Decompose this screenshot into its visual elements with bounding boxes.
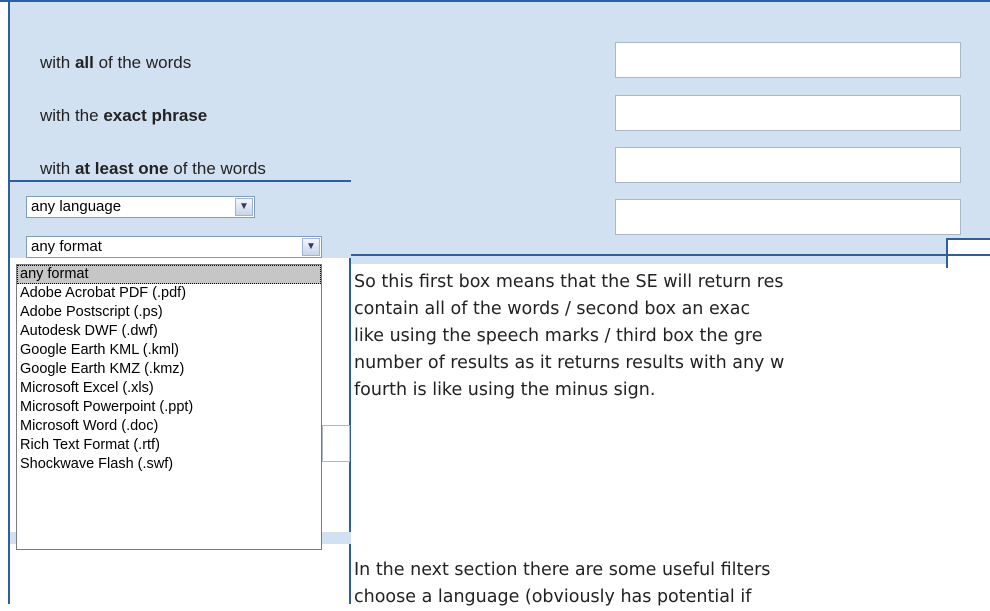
format-option[interactable]: Google Earth KMZ (.kmz) (17, 360, 321, 379)
panel-notch (946, 238, 990, 268)
text-line: fourth is like using the minus sign. (354, 380, 656, 400)
at-least-one-label: with at least one of the words (40, 159, 266, 178)
chevron-down-icon[interactable]: ▼ (302, 238, 320, 256)
text-line: contain all of the words / second box an… (354, 299, 751, 319)
format-select[interactable]: any format ▼ (26, 236, 322, 258)
text-line: So this first box means that the SE will… (354, 272, 784, 292)
format-option[interactable]: Rich Text Format (.rtf) (17, 436, 321, 455)
format-option[interactable]: Microsoft Word (.doc) (17, 417, 321, 436)
without-words-input[interactable] (615, 199, 961, 235)
format-option[interactable]: Google Earth KML (.kml) (17, 341, 321, 360)
format-option[interactable]: Autodesk DWF (.dwf) (17, 322, 321, 341)
panel-divider (350, 254, 990, 256)
format-option[interactable]: Microsoft Powerpoint (.ppt) (17, 398, 321, 417)
format-option[interactable]: Microsoft Excel (.xls) (17, 379, 321, 398)
text-line: like using the speech marks / third box … (354, 326, 763, 346)
filters-paragraph: In the next section there are some usefu… (354, 557, 990, 611)
text-line: choose a language (obviously has potenti… (354, 587, 752, 607)
format-option[interactable]: Adobe Acrobat PDF (.pdf) (17, 284, 321, 303)
text-line: number of results as it returns results … (354, 353, 785, 373)
hidden-field-edge (322, 425, 350, 462)
format-dropdown-list[interactable]: any format Adobe Acrobat PDF (.pdf) Adob… (16, 264, 322, 550)
format-select-value: any format (31, 238, 102, 255)
language-select[interactable]: any language ▼ (26, 196, 255, 218)
all-words-input[interactable] (615, 42, 961, 78)
at-least-one-input[interactable] (615, 147, 961, 183)
chevron-down-icon[interactable]: ▼ (235, 198, 253, 216)
format-option[interactable]: any format (17, 265, 321, 284)
all-words-label: with all of the words (40, 53, 192, 72)
language-select-value: any language (31, 198, 122, 215)
exact-phrase-input[interactable] (615, 95, 961, 131)
exact-phrase-label: with the exact phrase (40, 106, 208, 125)
format-option[interactable]: Shockwave Flash (.swf) (17, 455, 321, 474)
text-line: In the next section there are some usefu… (354, 560, 771, 580)
explanation-paragraph: So this first box means that the SE will… (354, 269, 990, 404)
format-option[interactable]: Adobe Postscript (.ps) (17, 303, 321, 322)
